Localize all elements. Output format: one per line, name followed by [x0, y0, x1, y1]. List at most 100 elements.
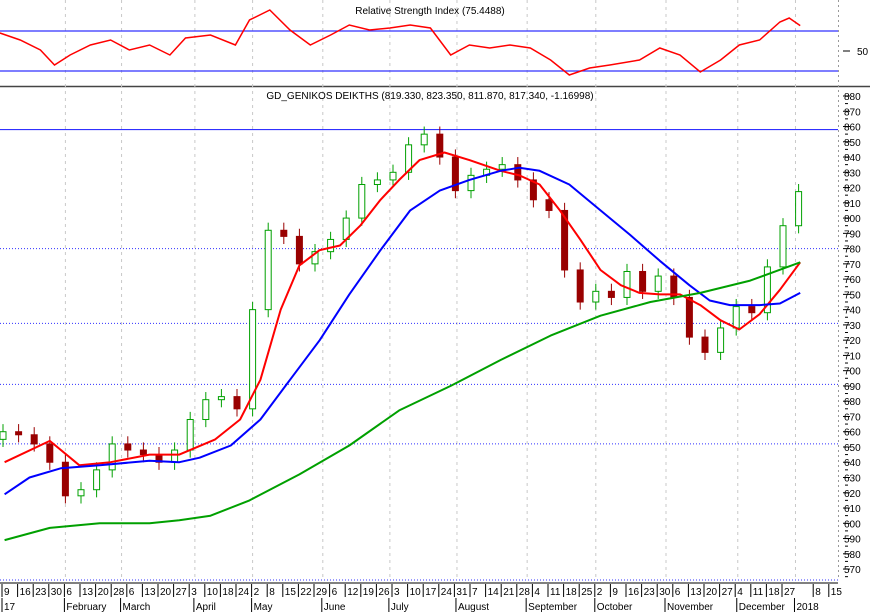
- x-tick-label: 27: [722, 587, 734, 598]
- y-tick-label: 600: [844, 519, 861, 530]
- x-tick-label: 29: [316, 587, 328, 598]
- y-tick-label: 670: [844, 412, 861, 423]
- y-tick-label: 730: [844, 321, 861, 332]
- y-tick-label: 710: [844, 351, 861, 362]
- month-label: June: [324, 602, 346, 613]
- y-tick-label: 620: [844, 489, 861, 500]
- x-axis: 9 16 23 30 6 13 20 28 6 13 20 27 3 10 18 24 2 8 15 22 29 6 12 1…: [0, 579, 843, 613]
- month-label: December: [739, 602, 786, 613]
- x-tick-label: 8: [269, 587, 275, 598]
- candle-up: [171, 449, 179, 463]
- month-label: July: [391, 602, 409, 613]
- x-tick-label: 7: [472, 587, 478, 598]
- candle-up: [498, 164, 506, 170]
- month-label: March: [123, 602, 151, 613]
- x-tick-label: 4: [534, 587, 540, 598]
- x-tick-label: 16: [628, 587, 640, 598]
- y-tick-label: 800: [844, 214, 861, 225]
- ma-line-ma-long: [4, 261, 801, 542]
- candles: [0, 126, 803, 504]
- x-tick-label: 15: [831, 587, 843, 598]
- candle-up: [779, 225, 787, 268]
- ma-line-ma-short: [4, 151, 802, 467]
- x-tick-label: 18: [768, 587, 780, 598]
- y-tick-label: 830: [844, 168, 861, 179]
- price-title: GD_GENIKOS DEIKTHS (819.330, 823.350, 81…: [266, 91, 593, 102]
- y-tick-label: 580: [844, 550, 861, 561]
- x-tick-label: 11: [753, 587, 764, 598]
- x-tick-label: 8: [815, 587, 821, 598]
- y-tick-label: 790: [844, 229, 861, 240]
- y-tick-label: 660: [844, 428, 861, 439]
- x-tick-label: 14: [488, 587, 500, 598]
- ma-line-ma-medium: [4, 166, 801, 496]
- x-tick-label: 20: [706, 587, 718, 598]
- candle-down: [639, 270, 647, 292]
- x-tick-label: 18: [566, 587, 578, 598]
- x-tick-label: 6: [332, 587, 338, 598]
- month-label: 2018: [796, 602, 819, 613]
- x-tick-label: 28: [519, 587, 531, 598]
- candle-down: [685, 296, 693, 338]
- x-tick-label: 21: [503, 587, 515, 598]
- x-tick-label: 10: [410, 587, 422, 598]
- x-tick-label: 26: [378, 587, 390, 598]
- candle-up: [592, 290, 600, 303]
- x-tick-label: 17: [425, 587, 437, 598]
- month-label: October: [597, 602, 633, 613]
- x-tick-label: 11: [550, 587, 561, 598]
- x-tick-label: 13: [82, 587, 94, 598]
- y-tick-label: 750: [844, 290, 861, 301]
- candle-up: [795, 191, 803, 227]
- x-tick-label: 24: [238, 587, 250, 598]
- y-tick-label: 850: [844, 138, 861, 149]
- candle-up: [186, 419, 194, 451]
- x-tick-label: 9: [4, 587, 10, 598]
- y-tick-label: 780: [844, 245, 861, 256]
- y-tick-label: 630: [844, 474, 861, 485]
- y-tick-label: 570: [844, 565, 861, 576]
- x-tick-label: 6: [675, 587, 681, 598]
- candle-up: [717, 327, 725, 353]
- rsi-line: [0, 9, 801, 76]
- month-label: November: [667, 602, 714, 613]
- x-tick-label: 27: [784, 587, 796, 598]
- candle-up: [202, 399, 210, 421]
- x-tick-label: 25: [581, 587, 593, 598]
- moving-averages: [4, 151, 802, 542]
- candle-up: [654, 275, 662, 292]
- x-tick-label: 18: [222, 587, 234, 598]
- candle-up: [732, 306, 740, 329]
- candle-up: [93, 469, 101, 491]
- x-tick-label: 13: [144, 587, 156, 598]
- x-tick-label: 10: [207, 587, 219, 598]
- chart-canvas: 50 8808708608508408308208108007907807707…: [0, 0, 870, 613]
- x-tick-label: 13: [690, 587, 702, 598]
- x-tick-label: 30: [51, 587, 63, 598]
- candle-up: [373, 179, 381, 186]
- month-label: 17: [4, 602, 16, 613]
- candle-down: [46, 443, 54, 463]
- candle-up: [327, 238, 335, 253]
- x-tick-label: 16: [20, 587, 32, 598]
- month-label: February: [66, 602, 106, 613]
- candle-up: [389, 171, 397, 181]
- stock-chart: 50 880 870 860 850 840 830 820 810 800 790 780 770 7…: [0, 0, 870, 614]
- x-tick-label: 20: [98, 587, 110, 598]
- y-tick-label: 700: [844, 367, 861, 378]
- x-tick-label: 19: [363, 587, 375, 598]
- y-tick-label: 690: [844, 382, 861, 393]
- y-tick-label: 880: [844, 92, 861, 103]
- candle-down: [295, 235, 303, 265]
- y-tick-label: 720: [844, 336, 861, 347]
- x-tick-label: 6: [129, 587, 135, 598]
- x-tick-label: 15: [285, 587, 297, 598]
- candle-up: [264, 229, 272, 311]
- candle-down: [576, 269, 584, 303]
- candle-up: [77, 489, 85, 497]
- candle-up: [217, 396, 225, 401]
- x-tick-label: 20: [160, 587, 172, 598]
- y-tick-label: 590: [844, 535, 861, 546]
- y-tick-label: 770: [844, 260, 861, 271]
- x-tick-label: 24: [441, 587, 453, 598]
